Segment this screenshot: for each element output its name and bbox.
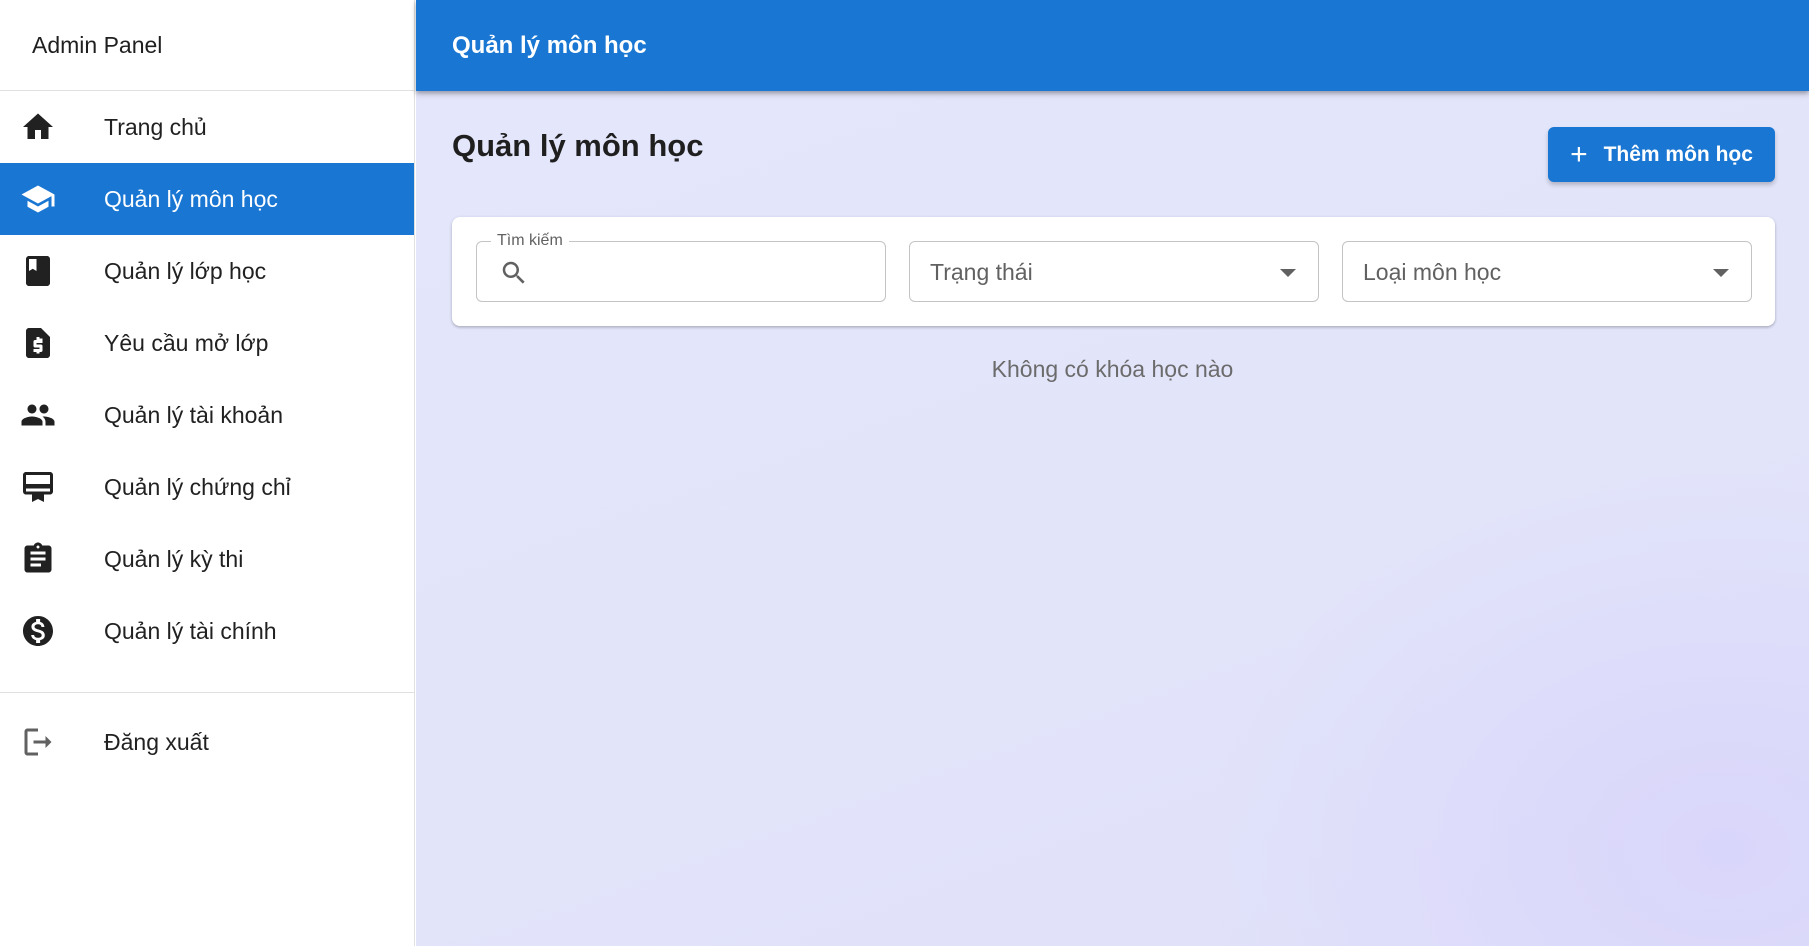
add-subject-label: Thêm môn học (1603, 142, 1753, 166)
chevron-down-icon (1713, 269, 1729, 277)
certificate-icon (0, 469, 104, 505)
school-icon (0, 181, 104, 217)
filter-card: Tìm kiếm Trạng thái Loại môn học (452, 217, 1775, 326)
app-bar: Quản lý môn học (416, 0, 1809, 91)
plus-icon: + (1570, 137, 1588, 171)
sidebar-item-exams[interactable]: Quản lý kỳ thi (0, 523, 414, 595)
search-icon (499, 258, 529, 288)
sidebar-item-label: Quản lý tài chính (104, 617, 277, 644)
page-title: Quản lý môn học (452, 128, 704, 163)
search-field[interactable]: Tìm kiếm (476, 232, 886, 302)
sidebar-item-label: Yêu cầu mở lớp (104, 329, 269, 356)
sidebar-item-label: Quản lý chứng chỉ (104, 473, 291, 500)
add-subject-button[interactable]: + Thêm môn học (1548, 127, 1775, 182)
sidebar-item-accounts[interactable]: Quản lý tài khoản (0, 379, 414, 451)
sidebar-item-classes[interactable]: Quản lý lớp học (0, 235, 414, 307)
status-select[interactable]: Trạng thái (909, 241, 1319, 302)
sidebar-item-home[interactable]: Trang chủ (0, 91, 414, 163)
sidebar-item-label: Quản lý lớp học (104, 257, 267, 284)
sidebar-item-label: Quản lý kỳ thi (104, 545, 244, 572)
status-select-label: Trạng thái (930, 259, 1033, 285)
sidebar-item-subjects[interactable]: Quản lý môn học (0, 163, 414, 235)
sidebar: Admin Panel Trang chủ Quản lý môn học Qu… (0, 0, 415, 946)
sidebar-divider (0, 692, 414, 693)
app-root: Admin Panel Trang chủ Quản lý môn học Qu… (0, 0, 1809, 946)
sidebar-item-class-requests[interactable]: Yêu cầu mở lớp (0, 307, 414, 379)
book-icon (0, 253, 104, 289)
chevron-down-icon (1280, 269, 1296, 277)
logout-button[interactable]: Đăng xuất (0, 706, 414, 778)
dollar-icon (0, 613, 104, 649)
empty-state-message: Không có khóa học nào (991, 356, 1234, 382)
app-bar-title: Quản lý môn học (452, 31, 647, 59)
request-document-icon (0, 325, 104, 361)
main-content: Quản lý môn học Quản lý môn học + Thêm m… (416, 0, 1809, 946)
search-field-label: Tìm kiếm (491, 232, 569, 250)
people-icon (0, 397, 104, 433)
logout-icon (0, 724, 104, 760)
home-icon (0, 109, 104, 145)
sidebar-item-finance[interactable]: Quản lý tài chính (0, 595, 414, 667)
sidebar-nav: Trang chủ Quản lý môn học Quản lý lớp họ… (0, 91, 414, 667)
sidebar-item-certificates[interactable]: Quản lý chứng chỉ (0, 451, 414, 523)
search-input[interactable] (539, 254, 869, 290)
subject-type-select-label: Loại môn học (1363, 259, 1502, 285)
logout-label: Đăng xuất (104, 728, 209, 755)
sidebar-item-label: Quản lý tài khoản (104, 401, 284, 428)
sidebar-title: Admin Panel (0, 0, 414, 91)
subject-type-select[interactable]: Loại môn học (1342, 241, 1752, 302)
clipboard-icon (0, 541, 104, 577)
sidebar-item-label: Trang chủ (104, 113, 207, 140)
sidebar-item-label: Quản lý môn học (104, 185, 278, 212)
